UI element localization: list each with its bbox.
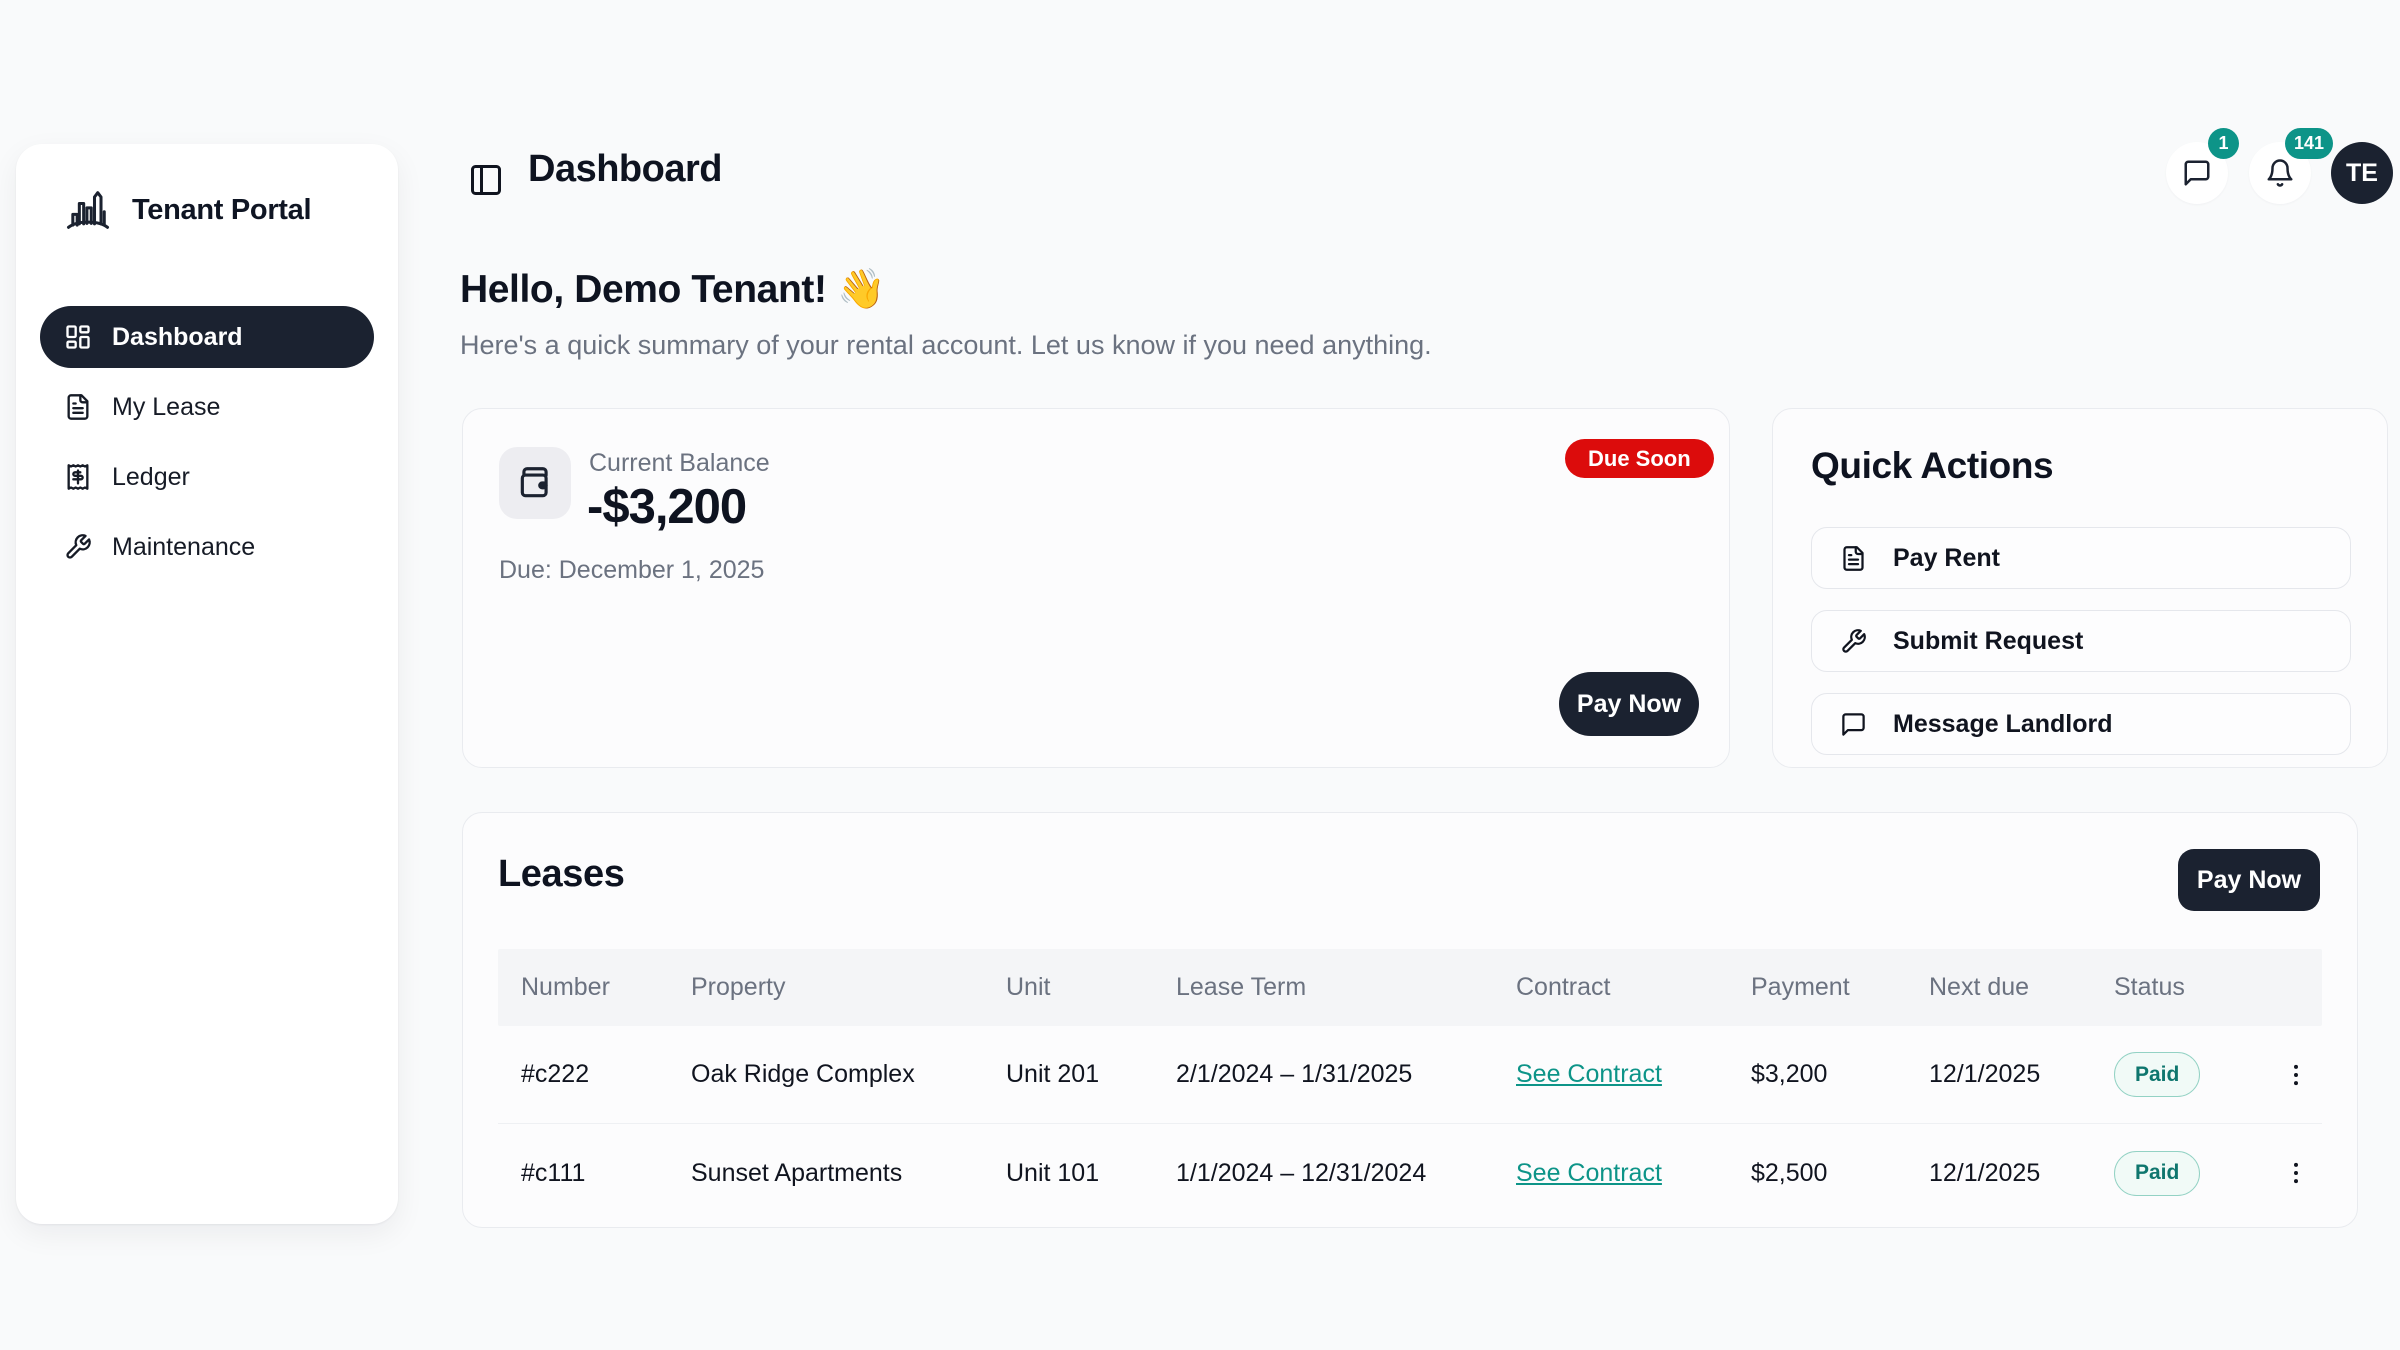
lease-unit: Unit 201 — [983, 1060, 1153, 1089]
messages-count-badge: 1 — [2208, 128, 2239, 159]
table-header-row: Number Property Unit Lease Term Contract… — [498, 949, 2322, 1026]
column-header-lease-term: Lease Term — [1153, 973, 1493, 1002]
due-soon-badge: Due Soon — [1565, 439, 1714, 478]
more-vertical-icon — [2282, 1159, 2310, 1187]
quick-actions-card: Quick Actions Pay Rent Submit Request Me… — [1772, 408, 2388, 768]
lease-next-due: 12/1/2025 — [1906, 1159, 2091, 1188]
lease-row: #c111 Sunset Apartments Unit 101 1/1/202… — [498, 1124, 2322, 1222]
page-title: Dashboard — [528, 148, 722, 191]
sidebar-item-label: Ledger — [112, 463, 190, 492]
status-badge: Paid — [2114, 1052, 2200, 1097]
lease-property: Oak Ridge Complex — [668, 1060, 983, 1089]
message-landlord-button[interactable]: Message Landlord — [1811, 693, 2351, 755]
greeting-subtitle: Here's a quick summary of your rental ac… — [460, 330, 1432, 361]
sidebar-item-maintenance[interactable]: Maintenance — [40, 516, 374, 578]
message-icon — [1840, 711, 1867, 738]
more-vertical-icon — [2282, 1061, 2310, 1089]
balance-amount: -$3,200 — [587, 479, 746, 535]
user-avatar[interactable]: TE — [2331, 142, 2393, 204]
sidebar-item-label: My Lease — [112, 393, 220, 422]
column-header-status: Status — [2091, 973, 2268, 1002]
lease-term: 1/1/2024 – 12/31/2024 — [1153, 1159, 1493, 1188]
app-title: Tenant Portal — [132, 194, 311, 227]
buildings-logo-icon — [62, 184, 114, 236]
lease-property: Sunset Apartments — [668, 1159, 983, 1188]
file-text-icon — [1840, 545, 1867, 572]
leases-title: Leases — [498, 849, 624, 896]
leases-table: Number Property Unit Lease Term Contract… — [498, 949, 2322, 1222]
balance-card: Current Balance -$3,200 Due: December 1,… — [462, 408, 1730, 768]
wrench-icon — [64, 533, 92, 561]
lease-row: #c222 Oak Ridge Complex Unit 201 2/1/202… — [498, 1026, 2322, 1124]
chat-bubble-icon — [2182, 158, 2212, 188]
lease-payment: $2,500 — [1728, 1159, 1906, 1188]
wallet-icon-tile — [499, 447, 571, 519]
sidebar-item-my-lease[interactable]: My Lease — [40, 376, 374, 438]
balance-due-date: Due: December 1, 2025 — [499, 556, 764, 585]
quick-actions-title: Quick Actions — [1811, 445, 2349, 487]
column-header-property: Property — [668, 973, 983, 1002]
see-contract-link[interactable]: See Contract — [1516, 1159, 1662, 1187]
submit-request-button[interactable]: Submit Request — [1811, 610, 2351, 672]
lease-term: 2/1/2024 – 1/31/2025 — [1153, 1060, 1493, 1089]
sidebar-nav: Dashboard My Lease Ledger — [40, 306, 374, 578]
app-logo: Tenant Portal — [40, 184, 374, 236]
column-header-contract: Contract — [1493, 973, 1728, 1002]
sidebar-toggle-icon[interactable] — [468, 162, 504, 198]
sidebar: Tenant Portal Dashboard My Lease — [16, 144, 398, 1224]
column-header-number: Number — [498, 973, 668, 1002]
wallet-icon — [516, 464, 554, 502]
notifications-count-badge: 141 — [2285, 128, 2333, 159]
action-label: Submit Request — [1893, 627, 2083, 656]
dashboard-grid-icon — [64, 323, 92, 351]
bell-icon — [2265, 158, 2295, 188]
lease-number: #c111 — [498, 1159, 668, 1188]
action-label: Message Landlord — [1893, 710, 2113, 739]
row-menu-button[interactable] — [2276, 1055, 2316, 1095]
file-text-icon — [64, 393, 92, 421]
wrench-icon — [1840, 628, 1867, 655]
status-badge: Paid — [2114, 1151, 2200, 1196]
column-header-next-due: Next due — [1906, 973, 2091, 1002]
sidebar-item-label: Dashboard — [112, 323, 243, 352]
balance-label: Current Balance — [589, 449, 770, 478]
column-header-unit: Unit — [983, 973, 1153, 1002]
see-contract-link[interactable]: See Contract — [1516, 1060, 1662, 1088]
row-menu-button[interactable] — [2276, 1153, 2316, 1193]
receipt-icon — [64, 463, 92, 491]
pay-now-button[interactable]: Pay Now — [1559, 672, 1699, 736]
lease-number: #c222 — [498, 1060, 668, 1089]
sidebar-item-label: Maintenance — [112, 533, 255, 562]
lease-next-due: 12/1/2025 — [1906, 1060, 2091, 1089]
column-header-payment: Payment — [1728, 973, 1906, 1002]
lease-unit: Unit 101 — [983, 1159, 1153, 1188]
lease-payment: $3,200 — [1728, 1060, 1906, 1089]
greeting-title: Hello, Demo Tenant! 👋 — [460, 266, 885, 312]
pay-rent-button[interactable]: Pay Rent — [1811, 527, 2351, 589]
sidebar-item-dashboard[interactable]: Dashboard — [40, 306, 374, 368]
leases-pay-now-button[interactable]: Pay Now — [2178, 849, 2320, 911]
leases-card: Leases Pay Now Number Property Unit Leas… — [462, 812, 2358, 1228]
sidebar-item-ledger[interactable]: Ledger — [40, 446, 374, 508]
action-label: Pay Rent — [1893, 544, 2000, 573]
